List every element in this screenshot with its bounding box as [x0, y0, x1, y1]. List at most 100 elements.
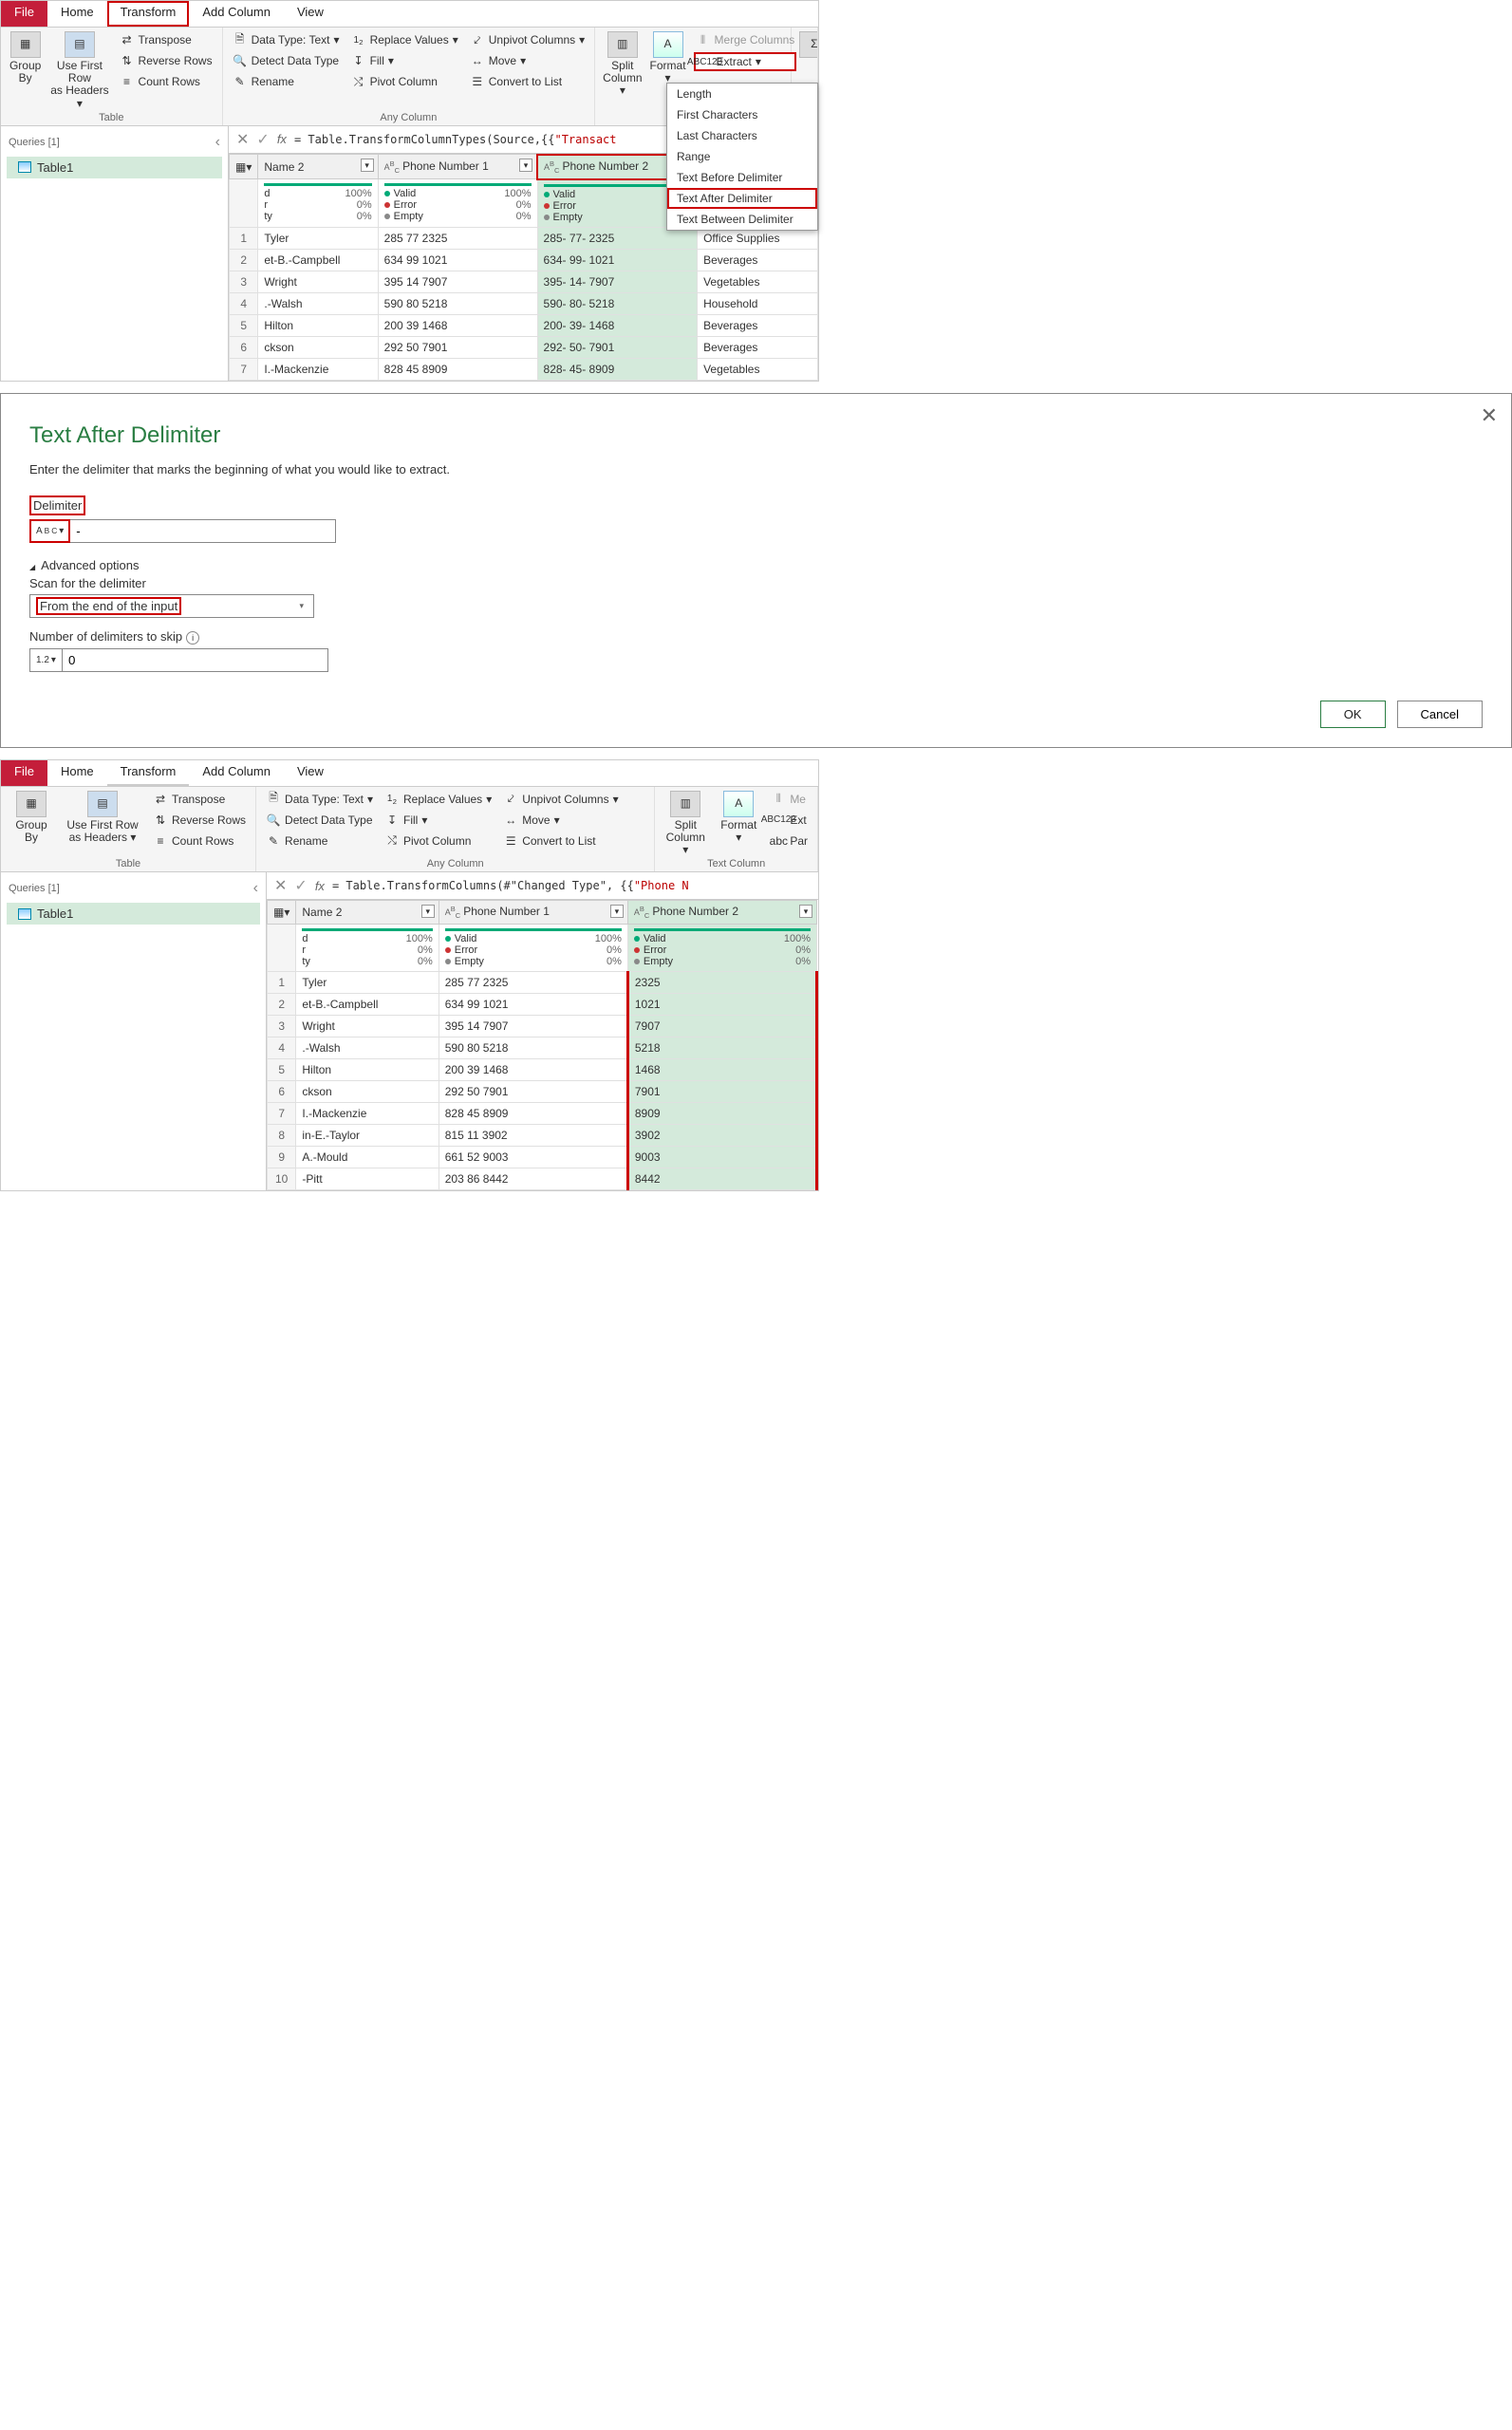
query-item-table1[interactable]: Table1: [7, 157, 222, 178]
group-by-button[interactable]: ▦Group By: [9, 791, 54, 844]
filter-icon[interactable]: ▾: [519, 159, 532, 172]
formula-text[interactable]: = Table.TransformColumns(#"Changed Type"…: [332, 879, 689, 892]
cell-name2[interactable]: I.-Mackenzie: [258, 358, 378, 380]
cell-phone1[interactable]: 285 77 2325: [378, 227, 537, 249]
extract-after-delim[interactable]: Text After Delimiter: [667, 188, 817, 209]
replace-values-button[interactable]: 1₂Replace Values ▾: [349, 31, 460, 48]
advanced-options-toggle[interactable]: Advanced options: [29, 558, 1483, 572]
tab-view[interactable]: View: [284, 760, 337, 786]
cell-phone2[interactable]: 1468: [627, 1058, 816, 1080]
close-icon[interactable]: ✕: [1481, 403, 1498, 428]
row-header[interactable]: ▦▾: [268, 901, 296, 925]
cell-name2[interactable]: ckson: [296, 1080, 439, 1102]
pivot-column-button[interactable]: ⤭Pivot Column: [383, 832, 494, 850]
tab-transform[interactable]: Transform: [107, 1, 190, 27]
use-first-row-button[interactable]: ▤Use First Row as Headers ▾: [49, 31, 109, 110]
cell-phone2[interactable]: 634- 99- 1021: [537, 249, 698, 271]
filter-icon[interactable]: ▾: [799, 905, 812, 918]
cell-name2[interactable]: -Pitt: [296, 1168, 439, 1189]
row-number[interactable]: 4: [230, 292, 258, 314]
unpivot-columns-button[interactable]: ⤦Unpivot Columns ▾: [501, 791, 620, 808]
cell-phone2[interactable]: 1021: [627, 993, 816, 1015]
cell-phone2[interactable]: 8909: [627, 1102, 816, 1124]
col-phone2[interactable]: ABCPhone Number 2▾: [627, 901, 816, 925]
cell-phone1[interactable]: 634 99 1021: [378, 249, 537, 271]
rename-button[interactable]: ✎Rename: [264, 832, 375, 850]
ok-button[interactable]: OK: [1320, 701, 1386, 728]
row-number[interactable]: 6: [230, 336, 258, 358]
cell-name2[interactable]: I.-Mackenzie: [296, 1102, 439, 1124]
statistics-button[interactable]: Σ: [799, 31, 818, 60]
cell-phone1[interactable]: 815 11 3902: [439, 1124, 627, 1146]
info-icon[interactable]: i: [186, 631, 199, 645]
cell-phone2[interactable]: 7901: [627, 1080, 816, 1102]
formula-text[interactable]: = Table.TransformColumnTypes(Source,{{"T…: [294, 133, 617, 146]
skip-type[interactable]: 1.2 ▾: [29, 648, 63, 672]
cell-category[interactable]: Vegetables: [698, 358, 818, 380]
move-button[interactable]: ↔Move ▾: [468, 52, 587, 69]
cell-name2[interactable]: Wright: [296, 1015, 439, 1037]
cell-phone2[interactable]: 590- 80- 5218: [537, 292, 698, 314]
data-type-button[interactable]: 🗎Data Type: Text ▾: [231, 31, 342, 48]
row-number[interactable]: 5: [230, 314, 258, 336]
reverse-rows-button[interactable]: ⇅Reverse Rows: [151, 812, 248, 829]
transpose-button[interactable]: ⇄Transpose: [151, 791, 248, 808]
cell-phone2[interactable]: 9003: [627, 1146, 816, 1168]
parse-button[interactable]: abcPar: [769, 832, 810, 850]
cell-name2[interactable]: Hilton: [258, 314, 378, 336]
tab-file[interactable]: File: [1, 760, 47, 786]
split-column-button[interactable]: ▥Split Column ▾: [663, 791, 708, 857]
detect-data-type-button[interactable]: 🔍Detect Data Type: [264, 812, 375, 829]
cancel-button[interactable]: Cancel: [1397, 701, 1483, 728]
row-number[interactable]: 3: [230, 271, 258, 292]
cell-name2[interactable]: et-B.-Campbell: [258, 249, 378, 271]
tab-addcolumn[interactable]: Add Column: [189, 760, 284, 786]
col-phone1[interactable]: ABCPhone Number 1▾: [378, 155, 537, 179]
extract-before-delim[interactable]: Text Before Delimiter: [667, 167, 817, 188]
row-number[interactable]: 9: [268, 1146, 296, 1168]
count-rows-button[interactable]: ≡Count Rows: [151, 832, 248, 850]
cell-phone1[interactable]: 634 99 1021: [439, 993, 627, 1015]
cell-name2[interactable]: in-E.-Taylor: [296, 1124, 439, 1146]
cell-phone2[interactable]: 2325: [627, 971, 816, 993]
commit-formula-icon[interactable]: ✓: [294, 876, 307, 895]
cell-name2[interactable]: Tyler: [296, 971, 439, 993]
replace-values-button[interactable]: 1₂Replace Values ▾: [383, 791, 494, 808]
fill-button[interactable]: ↧Fill ▾: [349, 52, 460, 69]
row-number[interactable]: 1: [230, 227, 258, 249]
cell-name2[interactable]: Hilton: [296, 1058, 439, 1080]
cell-name2[interactable]: Tyler: [258, 227, 378, 249]
tab-view[interactable]: View: [284, 1, 337, 27]
row-number[interactable]: 3: [268, 1015, 296, 1037]
transpose-button[interactable]: ⇄Transpose: [118, 31, 215, 48]
pivot-column-button[interactable]: ⤭Pivot Column: [349, 73, 460, 90]
tab-home[interactable]: Home: [47, 760, 107, 786]
data-type-button[interactable]: 🗎Data Type: Text ▾: [264, 791, 375, 808]
cell-name2[interactable]: ckson: [258, 336, 378, 358]
cell-name2[interactable]: .-Walsh: [296, 1037, 439, 1058]
reverse-rows-button[interactable]: ⇅Reverse Rows: [118, 52, 215, 69]
cell-category[interactable]: Beverages: [698, 249, 818, 271]
detect-data-type-button[interactable]: 🔍Detect Data Type: [231, 52, 342, 69]
row-number[interactable]: 2: [268, 993, 296, 1015]
cancel-formula-icon[interactable]: ✕: [236, 130, 249, 149]
extract-button[interactable]: ABC123Extract ▾: [694, 52, 797, 71]
cell-phone2[interactable]: 292- 50- 7901: [537, 336, 698, 358]
cell-category[interactable]: Beverages: [698, 336, 818, 358]
cell-phone1[interactable]: 828 45 8909: [439, 1102, 627, 1124]
cell-phone1[interactable]: 200 39 1468: [439, 1058, 627, 1080]
row-number[interactable]: 8: [268, 1124, 296, 1146]
format-button[interactable]: AFormat▾: [716, 791, 761, 844]
convert-to-list-button[interactable]: ☰Convert to List: [468, 73, 587, 90]
format-button[interactable]: AFormat▾: [650, 31, 686, 84]
row-number[interactable]: 2: [230, 249, 258, 271]
cell-category[interactable]: Beverages: [698, 314, 818, 336]
extract-button[interactable]: ABC123Ext: [769, 812, 810, 829]
cancel-formula-icon[interactable]: ✕: [274, 876, 287, 895]
convert-to-list-button[interactable]: ☰Convert to List: [501, 832, 620, 850]
cell-phone2[interactable]: 5218: [627, 1037, 816, 1058]
delimiter-input[interactable]: [70, 519, 336, 543]
row-number[interactable]: 4: [268, 1037, 296, 1058]
cell-phone1[interactable]: 203 86 8442: [439, 1168, 627, 1189]
split-column-button[interactable]: ▥Split Column ▾: [603, 31, 642, 98]
